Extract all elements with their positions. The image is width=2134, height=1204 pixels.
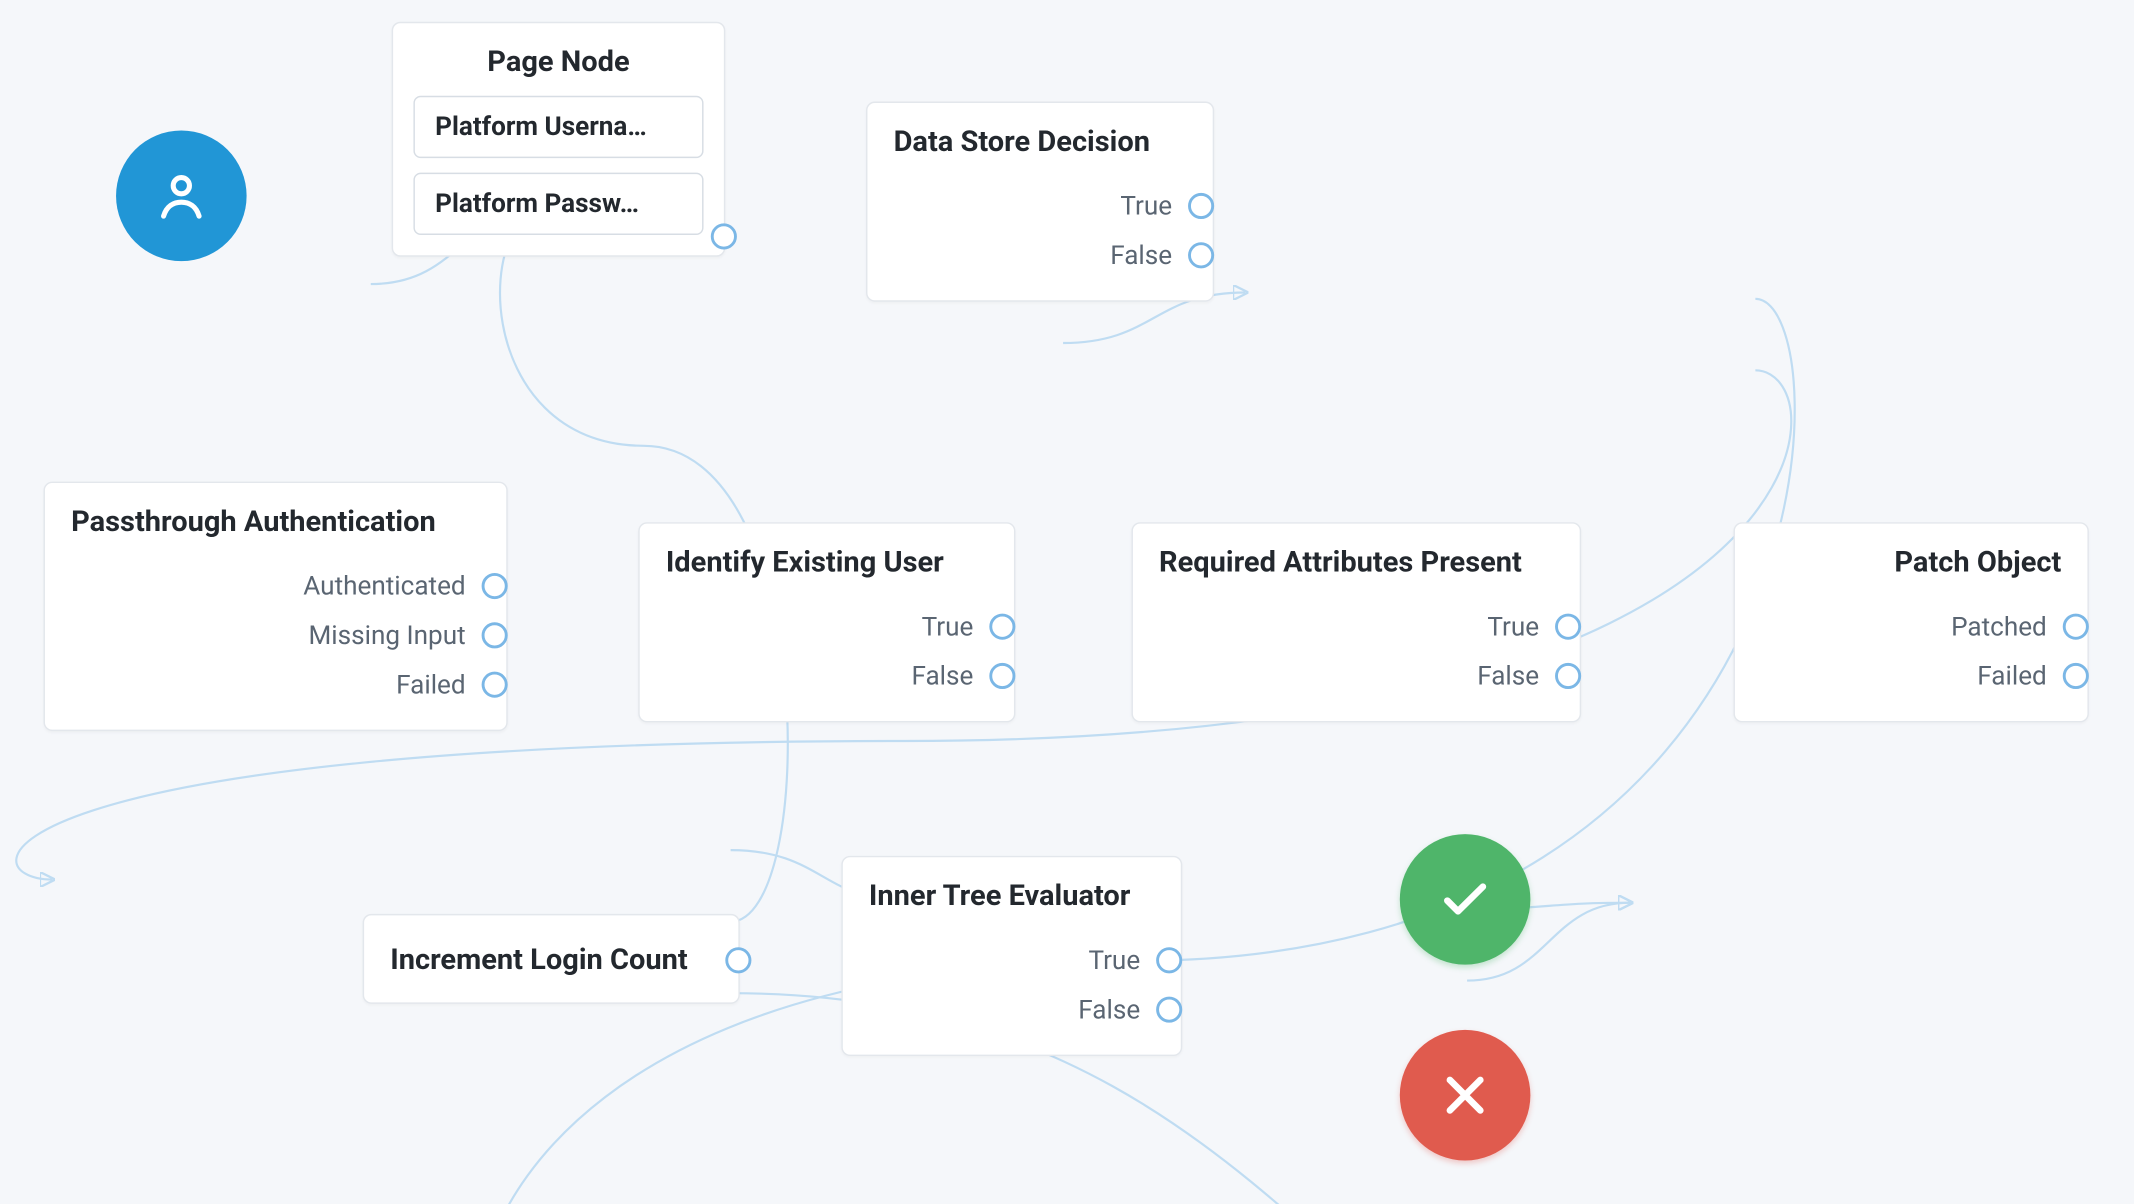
required-attrs-title: Required Attributes Present [1133,524,1580,597]
outcome-authenticated: Authenticated [303,571,494,601]
page-node-chip-password[interactable]: Platform Passw… [413,173,703,235]
increment-out-port[interactable] [725,947,751,973]
passthrough-auth-node[interactable]: Passthrough Authentication Authenticated… [44,482,508,732]
edge [1169,981,2133,1204]
required-attrs-node[interactable]: Required Attributes Present True False [1131,522,1581,722]
patch-object-patched-port[interactable] [2063,614,2089,640]
identify-true-port[interactable] [989,614,1015,640]
start-node[interactable] [116,131,247,262]
edge [476,299,1795,1204]
outcome-failed: Failed [1977,661,2076,691]
identify-false-port[interactable] [989,663,1015,689]
identify-existing-user-node[interactable]: Identify Existing User True False [638,522,1015,722]
cross-icon [1435,1065,1496,1126]
check-icon [1435,869,1496,930]
inner-tree-false-port[interactable] [1156,997,1182,1023]
inner-tree-true-port[interactable] [1156,947,1182,973]
outcome-patched: Patched [1951,611,2076,641]
passthrough-title: Passthrough Authentication [45,483,506,556]
page-node-out-port[interactable] [711,223,737,249]
required-attrs-false-port[interactable] [1555,663,1581,689]
outcome-failed: Failed [396,669,495,699]
identify-title: Identify Existing User [640,524,1014,597]
page-node[interactable]: Page Node Platform Userna… Platform Pass… [392,22,726,257]
data-store-false-port[interactable] [1188,242,1214,268]
passthrough-missinginput-port[interactable] [482,622,508,648]
outcome-missing-input: Missing Input [309,620,495,650]
increment-title: Increment Login Count [364,915,738,1002]
required-attrs-true-port[interactable] [1555,614,1581,640]
page-node-title: Page Node [393,23,724,96]
edge [1976,981,2132,1204]
increment-login-count-node[interactable]: Increment Login Count [363,914,740,1004]
person-icon [151,165,212,226]
patch-object-node[interactable]: Patch Object Patched Failed [1733,522,2088,722]
success-node[interactable] [1400,834,1531,965]
inner-tree-evaluator-node[interactable]: Inner Tree Evaluator True False [841,856,1182,1056]
data-store-decision-node[interactable]: Data Store Decision True False [866,102,1214,302]
data-store-title: Data Store Decision [867,103,1212,176]
patch-object-title: Patch Object [1735,524,2087,597]
passthrough-failed-port[interactable] [482,672,508,698]
inner-tree-title: Inner Tree Evaluator [843,857,1181,930]
page-node-chip-username[interactable]: Platform Userna… [413,96,703,158]
failure-node[interactable] [1400,1030,1531,1161]
passthrough-authenticated-port[interactable] [482,573,508,599]
data-store-true-port[interactable] [1188,193,1214,219]
patch-object-failed-port[interactable] [2063,663,2089,689]
